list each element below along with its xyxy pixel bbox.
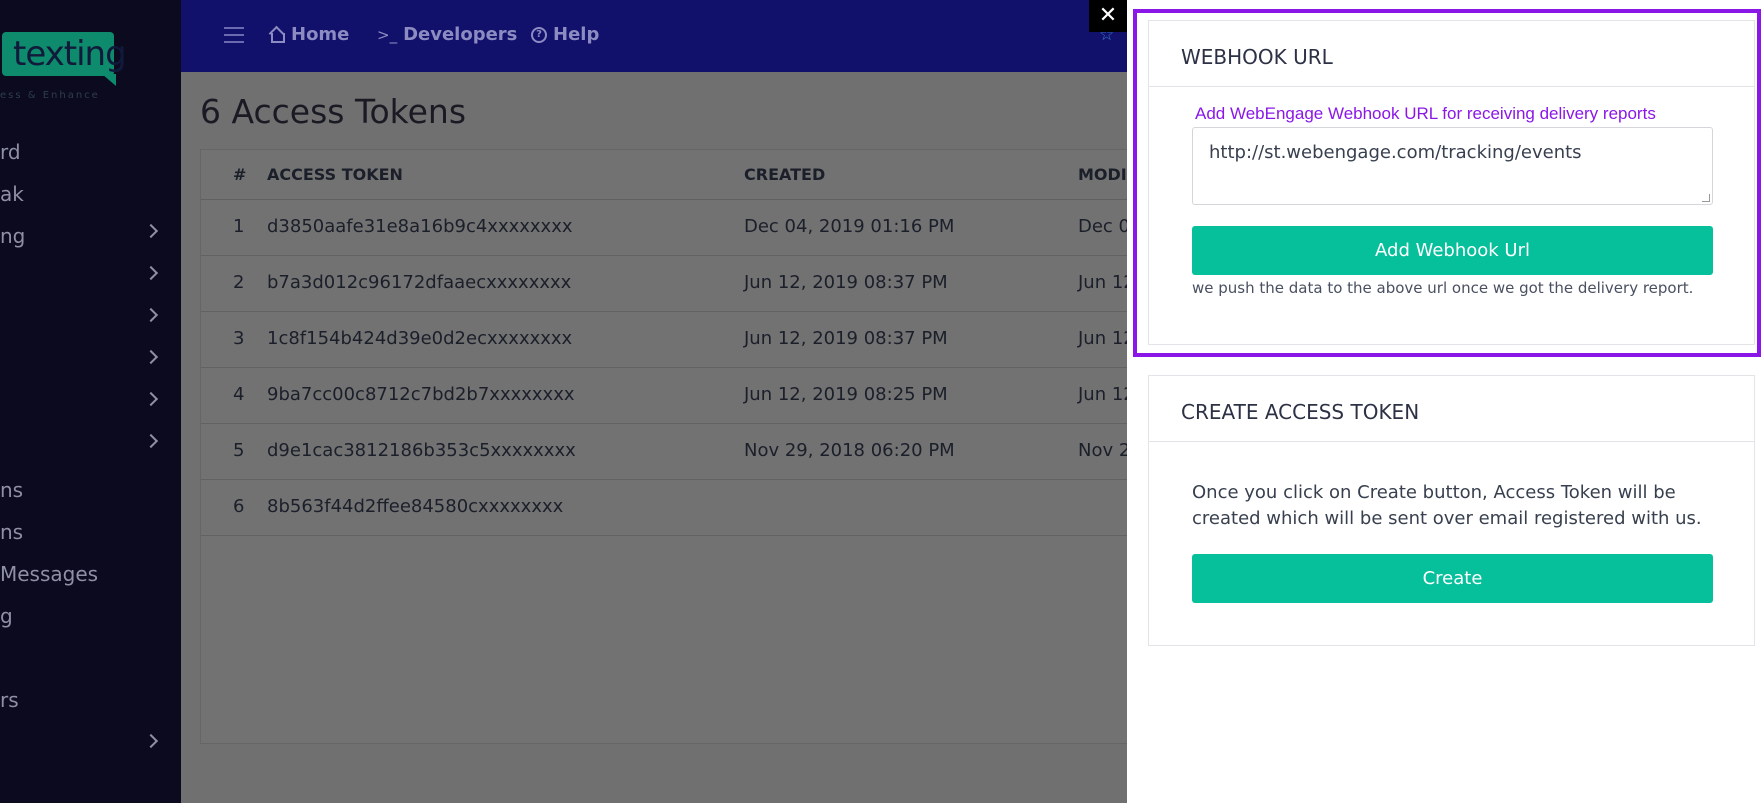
add-webhook-url-button[interactable]: Add Webhook Url bbox=[1192, 226, 1713, 275]
sidebar-item-2[interactable]: ak bbox=[0, 180, 181, 210]
access-tokens-table: # ACCESS TOKEN CREATED MODIFI 1 d3850aaf… bbox=[200, 149, 1144, 744]
table-row[interactable]: 3 1c8f154b424d39e0d2ecxxxxxxxx Jun 12, 2… bbox=[201, 312, 1141, 368]
sidebar-item-7[interactable] bbox=[0, 390, 181, 420]
create-token-button[interactable]: Create bbox=[1192, 554, 1713, 603]
webhook-hint-text: Add WebEngage Webhook URL for receiving … bbox=[1195, 104, 1656, 123]
table-header: # ACCESS TOKEN CREATED MODIFI bbox=[201, 150, 1144, 200]
nav-help-link[interactable]: ? Help bbox=[531, 24, 599, 45]
table-row[interactable]: 1 d3850aafe31e8a16b9c4xxxxxxxx Dec 04, 2… bbox=[201, 200, 1141, 256]
row-token: 1c8f154b424d39e0d2ecxxxxxxxx bbox=[267, 328, 573, 349]
resize-handle-icon[interactable] bbox=[1702, 194, 1710, 202]
create-token-card-title: CREATE ACCESS TOKEN bbox=[1149, 376, 1754, 442]
nav-developers-label: Developers bbox=[403, 24, 518, 45]
terminal-icon: >_ bbox=[377, 25, 398, 44]
nav-home-label: Home bbox=[291, 24, 350, 45]
table-row[interactable]: 2 b7a3d012c96172dfaaecxxxxxxxx Jun 12, 2… bbox=[201, 256, 1141, 312]
sidebar-item-9[interactable]: ns bbox=[0, 476, 181, 506]
table-row[interactable]: 5 d9e1cac3812186b353c5xxxxxxxx Nov 29, 2… bbox=[201, 424, 1141, 480]
row-token: b7a3d012c96172dfaaecxxxxxxxx bbox=[267, 272, 572, 293]
row-created: Jun 12, 2019 08:37 PM bbox=[744, 328, 948, 349]
sidebar-item-label: rs bbox=[0, 688, 19, 712]
nav-developers-link[interactable]: >_ Developers bbox=[377, 24, 517, 45]
chevron-right-icon bbox=[143, 265, 159, 281]
sidebar-item-12[interactable]: g bbox=[0, 602, 181, 632]
row-created: Jun 12, 2019 08:37 PM bbox=[744, 272, 948, 293]
page-title: 6 Access Tokens bbox=[200, 92, 467, 131]
row-created: Jun 12, 2019 08:25 PM bbox=[744, 384, 948, 405]
chevron-right-icon bbox=[143, 391, 159, 407]
row-modified: Nov 2 bbox=[1078, 440, 1131, 461]
column-header-created: CREATED bbox=[744, 165, 826, 184]
home-icon bbox=[269, 27, 285, 43]
nav-help-label: Help bbox=[553, 24, 600, 45]
sidebar-item-10[interactable]: ns bbox=[0, 518, 181, 548]
sidebar-item-messages[interactable]: Messages bbox=[0, 560, 181, 590]
chevron-right-icon bbox=[143, 349, 159, 365]
row-created: Nov 29, 2018 06:20 PM bbox=[744, 440, 955, 461]
row-number: 5 bbox=[233, 440, 245, 461]
webhook-note: we push the data to the above url once w… bbox=[1192, 279, 1694, 297]
logo-speech-tail bbox=[102, 74, 116, 86]
chevron-right-icon bbox=[143, 223, 159, 239]
row-number: 3 bbox=[233, 328, 245, 349]
chevron-right-icon bbox=[143, 733, 159, 749]
webhook-url-input[interactable]: http://st.webengage.com/tracking/events bbox=[1192, 127, 1713, 205]
sidebar-item-label: ng bbox=[0, 224, 26, 248]
row-number: 4 bbox=[233, 384, 245, 405]
column-header-token: ACCESS TOKEN bbox=[267, 165, 403, 184]
table-row[interactable]: 4 9ba7cc00c8712c7bd2b7xxxxxxxx Jun 12, 2… bbox=[201, 368, 1141, 424]
sidebar-item-label: ns bbox=[0, 478, 24, 502]
sidebar-item-label: rd bbox=[0, 140, 21, 164]
help-icon: ? bbox=[531, 26, 547, 43]
create-token-description: Once you click on Create button, Access … bbox=[1192, 482, 1702, 529]
sidebar-item-8[interactable] bbox=[0, 432, 181, 462]
main-content: 6 Access Tokens # ACCESS TOKEN CREATED M… bbox=[181, 72, 1144, 803]
sidebar-item-dashboard[interactable]: rd bbox=[0, 138, 181, 168]
sidebar-item-label: ns bbox=[0, 520, 24, 544]
row-token: d9e1cac3812186b353c5xxxxxxxx bbox=[267, 440, 576, 461]
sidebar-item-6[interactable] bbox=[0, 348, 181, 378]
table-row[interactable]: 6 8b563f44d2ffee84580cxxxxxxxx bbox=[201, 480, 1141, 536]
logo-tagline: ess & Enhance bbox=[0, 90, 100, 101]
chevron-right-icon bbox=[143, 433, 159, 449]
sidebar: texting ess & Enhance rd ak ng ns ns Mes… bbox=[0, 0, 181, 803]
row-token: 8b563f44d2ffee84580cxxxxxxxx bbox=[267, 496, 564, 517]
sidebar-item-3[interactable]: ng bbox=[0, 222, 181, 252]
nav-home-link[interactable]: Home bbox=[269, 24, 349, 45]
row-number: 6 bbox=[233, 496, 245, 517]
column-header-number: # bbox=[233, 165, 247, 184]
webhook-url-value: http://st.webengage.com/tracking/events bbox=[1209, 142, 1582, 163]
hamburger-menu-icon[interactable] bbox=[224, 27, 244, 43]
close-panel-button[interactable]: ✕ bbox=[1089, 0, 1127, 32]
texting-logo[interactable]: texting bbox=[2, 32, 127, 86]
sidebar-item-label: ak bbox=[0, 182, 24, 206]
sidebar-item-label: Messages bbox=[0, 562, 99, 586]
row-token: d3850aafe31e8a16b9c4xxxxxxxx bbox=[267, 216, 573, 237]
sidebar-item-5[interactable] bbox=[0, 306, 181, 336]
close-icon: ✕ bbox=[1098, 3, 1118, 28]
sidebar-item-13[interactable]: rs bbox=[0, 686, 181, 716]
top-navbar: Home >_ Developers ? Help ☆ bbox=[181, 0, 1127, 72]
sidebar-item-label: g bbox=[0, 604, 13, 628]
row-number: 2 bbox=[233, 272, 245, 293]
row-created: Dec 04, 2019 01:16 PM bbox=[744, 216, 955, 237]
row-token: 9ba7cc00c8712c7bd2b7xxxxxxxx bbox=[267, 384, 575, 405]
logo-text: texting bbox=[13, 34, 127, 74]
row-number: 1 bbox=[233, 216, 245, 237]
sidebar-item-4[interactable] bbox=[0, 264, 181, 294]
chevron-right-icon bbox=[143, 307, 159, 323]
sidebar-item-14[interactable] bbox=[0, 732, 181, 762]
